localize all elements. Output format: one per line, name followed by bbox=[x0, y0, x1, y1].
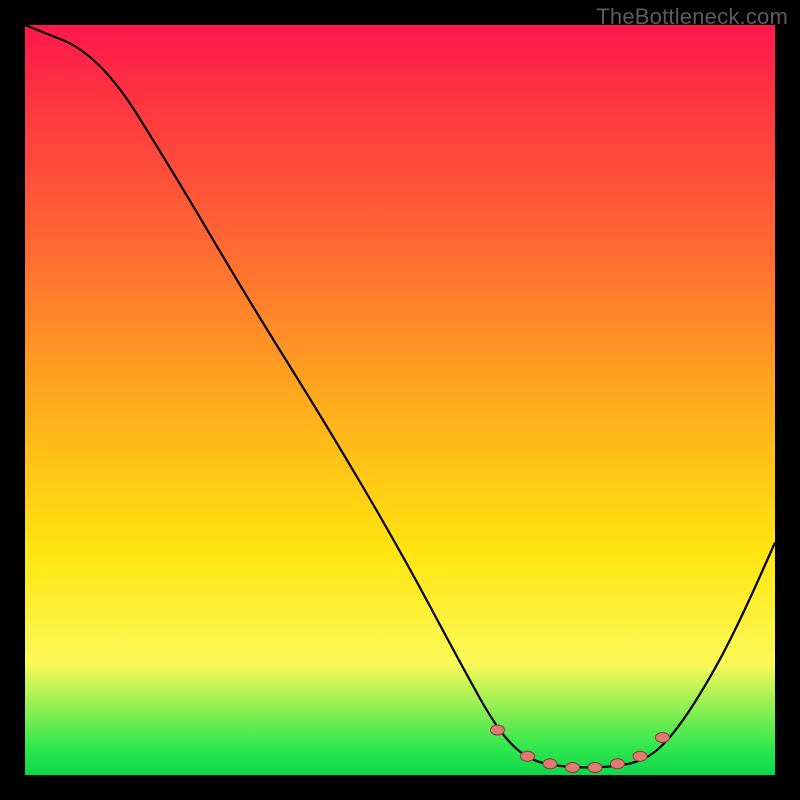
optimum-marker bbox=[491, 725, 505, 735]
plot-area bbox=[25, 25, 775, 775]
optimum-marker bbox=[521, 751, 535, 761]
optimum-marker bbox=[588, 763, 602, 773]
optimum-marker bbox=[633, 751, 647, 761]
chart-frame: TheBottleneck.com bbox=[0, 0, 800, 800]
curve-path bbox=[25, 25, 775, 768]
optimum-marker bbox=[543, 759, 557, 769]
watermark-label: TheBottleneck.com bbox=[596, 4, 788, 30]
optimum-marker bbox=[611, 759, 625, 769]
optimum-marker bbox=[566, 763, 580, 773]
bottleneck-curve bbox=[25, 25, 775, 775]
optimum-marker bbox=[656, 733, 670, 743]
